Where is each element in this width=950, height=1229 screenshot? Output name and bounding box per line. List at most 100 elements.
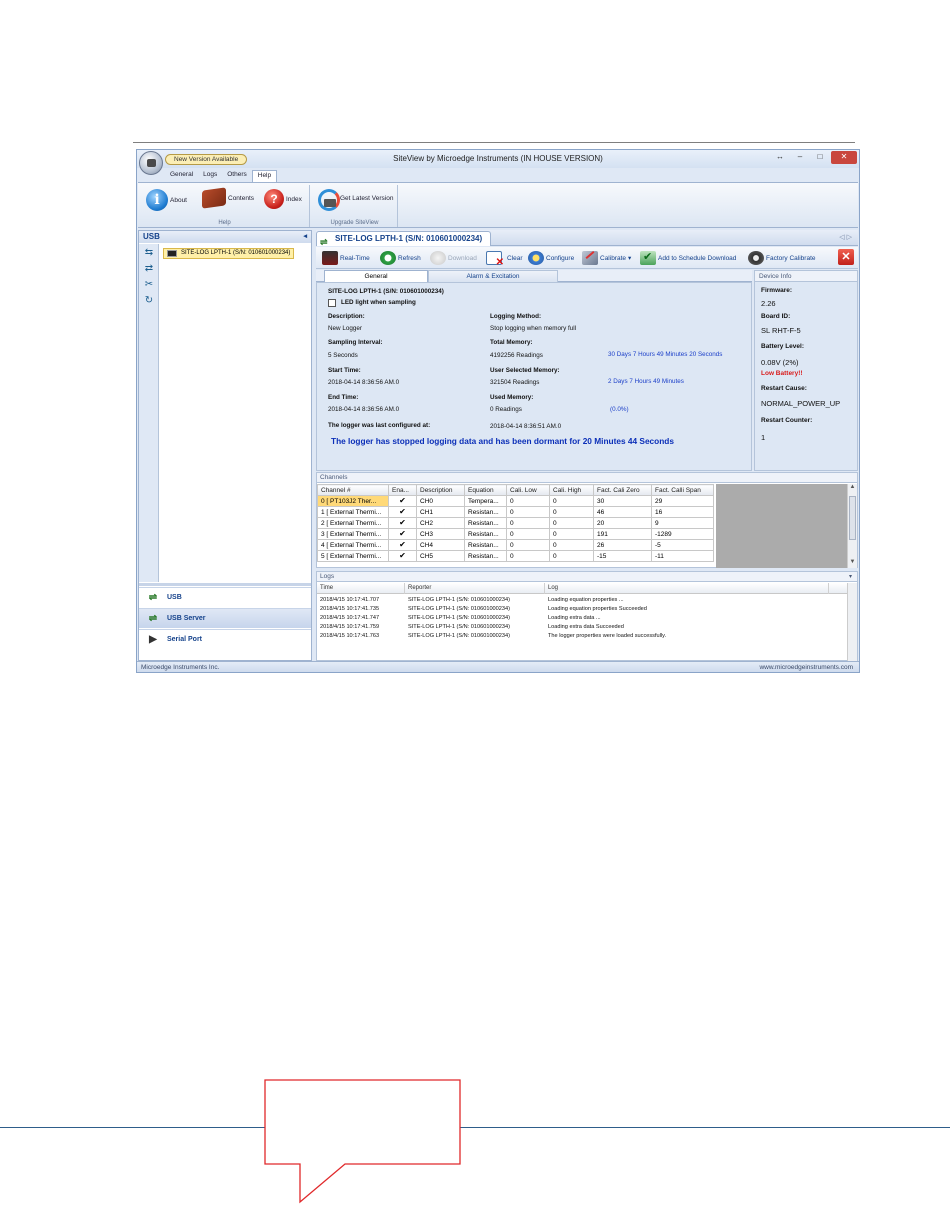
table-row[interactable]: 2018/4/15 10:17:41.735 SITE-LOG LPTH-1 (… (317, 605, 849, 614)
pane-splitter[interactable] (139, 583, 311, 586)
schedule-download-button[interactable]: Add to Schedule Download (640, 250, 736, 266)
description-cell[interactable]: CH3 (416, 528, 465, 540)
column-header[interactable]: Fact. Cali Zero (593, 484, 652, 496)
tab-logs[interactable]: Logs (198, 170, 222, 182)
company-website-link[interactable]: www.microedgeinstruments.com (759, 662, 853, 673)
contents-button[interactable]: Contents (202, 187, 254, 209)
channel-cell[interactable]: 2 [ External Thermi... (317, 517, 389, 529)
table-row[interactable]: 2018/4/15 10:17:41.707 SITE-LOG LPTH-1 (… (317, 596, 849, 605)
collapse-pane-button[interactable]: ◂ (303, 231, 307, 243)
description-cell[interactable]: CH2 (416, 517, 465, 529)
about-button[interactable]: i About (146, 189, 187, 211)
channel-cell[interactable]: 3 [ External Thermi... (317, 528, 389, 540)
device-tree-item[interactable]: SITE-LOG LPTH-1 (S/N: 010601000234) (163, 248, 295, 259)
table-row[interactable]: 2018/4/15 10:17:41.747 SITE-LOG LPTH-1 (… (317, 614, 849, 623)
column-header[interactable]: Cali. High (549, 484, 594, 496)
tab-help[interactable]: Help (251, 170, 278, 182)
tab-general[interactable]: General (165, 170, 198, 182)
pin-icon[interactable]: ▾ (849, 572, 852, 582)
table-row[interactable]: 5 [ External Thermi... ✔ CH5 Resistan...… (317, 550, 714, 562)
tab-scroll-arrows[interactable]: ◁ ▷ (839, 233, 852, 241)
table-row[interactable]: 3 [ External Thermi... ✔ CH3 Resistan...… (317, 528, 714, 540)
column-header[interactable]: Equation (464, 484, 507, 496)
column-header[interactable]: Channel # (317, 484, 389, 496)
scroll-thumb[interactable] (849, 496, 856, 540)
cali-high-cell[interactable]: 0 (549, 528, 594, 540)
table-row[interactable]: 2018/4/15 10:17:41.759 SITE-LOG LPTH-1 (… (317, 623, 849, 632)
description-cell[interactable]: CH1 (416, 506, 465, 518)
fact-span-cell[interactable]: 16 (651, 506, 714, 518)
nav-usb[interactable]: ⇌ USB (139, 587, 311, 607)
cali-low-cell[interactable]: 0 (506, 539, 550, 551)
fact-zero-cell[interactable]: 20 (593, 517, 652, 529)
cali-high-cell[interactable]: 0 (549, 506, 594, 518)
enable-checkbox[interactable]: ✔ (388, 495, 417, 507)
table-row[interactable]: 4 [ External Thermi... ✔ CH4 Resistan...… (317, 539, 714, 551)
scroll-down-icon[interactable]: ▼ (848, 559, 857, 568)
close-device-button[interactable]: ✕ (838, 249, 854, 265)
enable-checkbox[interactable]: ✔ (388, 528, 417, 540)
logs-scrollbar[interactable] (847, 583, 857, 661)
column-header[interactable]: Cali. Low (506, 484, 550, 496)
equation-cell[interactable]: Resistan... (464, 550, 507, 562)
cali-high-cell[interactable]: 0 (549, 539, 594, 551)
equation-cell[interactable]: Resistan... (464, 539, 507, 551)
channel-cell[interactable]: 1 [ External Thermi... (317, 506, 389, 518)
tab-others[interactable]: Others (222, 170, 252, 182)
get-latest-version-button[interactable]: Get Latest Version (316, 187, 393, 211)
cali-high-cell[interactable]: 0 (549, 550, 594, 562)
column-header[interactable]: Time (317, 583, 405, 594)
chevron-down-icon[interactable]: ▾ (628, 254, 631, 262)
tab-general-info[interactable]: General (324, 270, 428, 282)
refresh-button[interactable]: Refresh (380, 250, 421, 266)
cali-low-cell[interactable]: 0 (506, 550, 550, 562)
enable-checkbox[interactable]: ✔ (388, 550, 417, 562)
table-row[interactable]: 0 [ PT103J2 Ther... ✔ CH0 Tempera... 0 0… (317, 495, 714, 507)
equation-cell[interactable]: Tempera... (464, 495, 507, 507)
fact-zero-cell[interactable]: 26 (593, 539, 652, 551)
close-button[interactable]: ✕ (831, 151, 857, 164)
fact-span-cell[interactable]: -1289 (651, 528, 714, 540)
connect-icon[interactable]: ⇆ (143, 247, 155, 258)
table-row[interactable]: 2 [ External Thermi... ✔ CH2 Resistan...… (317, 517, 714, 529)
column-header[interactable]: Log (545, 583, 829, 594)
configure-button[interactable]: Configure (528, 250, 574, 266)
app-menu-orb-icon[interactable] (139, 151, 163, 175)
clear-button[interactable]: Clear (486, 250, 523, 268)
fact-zero-cell[interactable]: 30 (593, 495, 652, 507)
cali-high-cell[interactable]: 0 (549, 495, 594, 507)
channel-cell[interactable]: 0 [ PT103J2 Ther... (317, 495, 389, 507)
column-header[interactable]: Fact. Calli Span (651, 484, 714, 496)
description-cell[interactable]: CH5 (416, 550, 465, 562)
nav-usb-server[interactable]: ⇌ USB Server (139, 608, 311, 628)
fact-span-cell[interactable]: 29 (651, 495, 714, 507)
factory-calibrate-button[interactable]: Factory Calibrate (748, 250, 816, 266)
cali-high-cell[interactable]: 0 (549, 517, 594, 529)
equation-cell[interactable]: Resistan... (464, 517, 507, 529)
fact-zero-cell[interactable]: 191 (593, 528, 652, 540)
fact-zero-cell[interactable]: -15 (593, 550, 652, 562)
table-row[interactable]: 1 [ External Thermi... ✔ CH1 Resistan...… (317, 506, 714, 518)
maximize-button[interactable]: □ (811, 151, 829, 164)
minimize-button[interactable]: – (791, 151, 809, 164)
fact-span-cell[interactable]: 9 (651, 517, 714, 529)
fact-span-cell[interactable]: -5 (651, 539, 714, 551)
equation-cell[interactable]: Resistan... (464, 528, 507, 540)
cali-low-cell[interactable]: 0 (506, 528, 550, 540)
channel-cell[interactable]: 4 [ External Thermi... (317, 539, 389, 551)
tab-alarm-excitation[interactable]: Alarm & Excitation (428, 270, 558, 282)
enable-checkbox[interactable]: ✔ (388, 517, 417, 529)
enable-checkbox[interactable]: ✔ (388, 539, 417, 551)
cali-low-cell[interactable]: 0 (506, 506, 550, 518)
channel-cell[interactable]: 5 [ External Thermi... (317, 550, 389, 562)
download-button[interactable]: Download (430, 250, 477, 266)
nav-serial-port[interactable]: ▶ Serial Port (139, 629, 311, 649)
tools-icon[interactable]: ✂ (143, 279, 155, 290)
description-cell[interactable]: CH4 (416, 539, 465, 551)
led-checkbox[interactable] (328, 299, 336, 307)
calibrate-button[interactable]: Calibrate ▾ (582, 250, 631, 266)
description-cell[interactable]: CH0 (416, 495, 465, 507)
refresh-icon[interactable]: ↻ (143, 295, 155, 306)
column-header[interactable]: Ena... (388, 484, 417, 496)
column-header[interactable]: Reporter (405, 583, 545, 594)
